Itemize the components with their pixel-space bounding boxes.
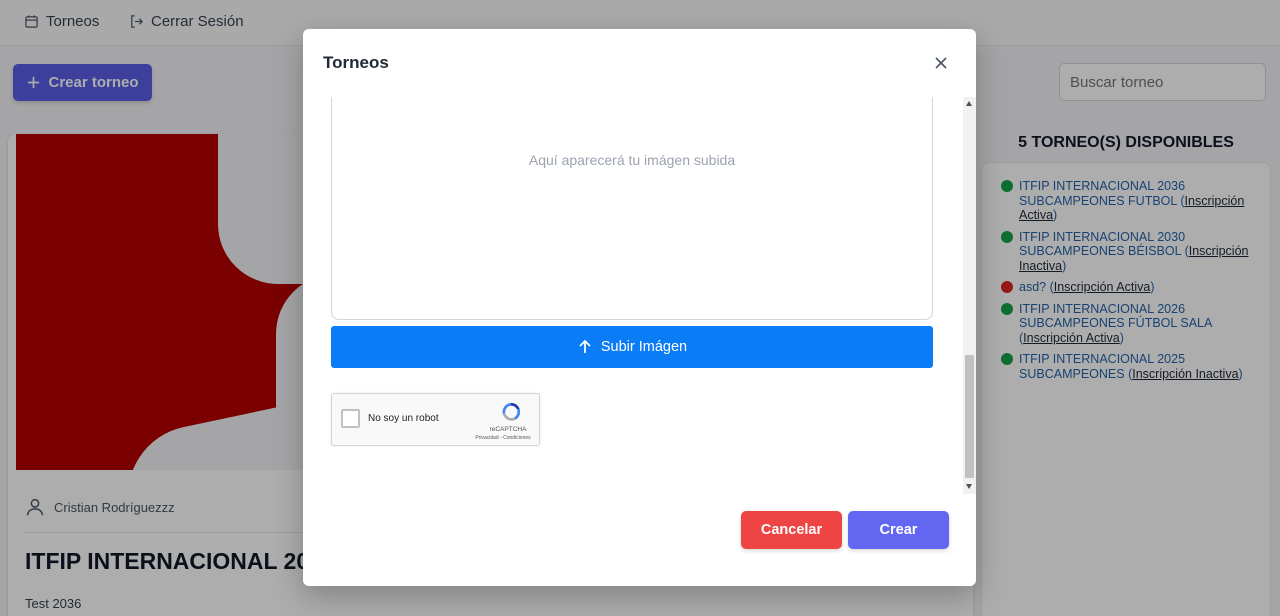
arrow-up-icon — [579, 339, 591, 353]
recaptcha-logo-icon — [502, 402, 521, 421]
scrollbar-thumb[interactable] — [965, 355, 974, 478]
modal-scrollbar[interactable] — [963, 97, 976, 494]
modal-title: Torneos — [323, 53, 389, 72]
scroll-up-icon[interactable] — [966, 101, 972, 106]
recaptcha-checkbox[interactable] — [341, 409, 360, 428]
image-preview-text: Aquí aparecerá tu imágen subida — [528, 152, 736, 168]
image-preview: Aquí aparecerá tu imágen subida — [331, 97, 933, 320]
recaptcha-links[interactable]: Privacidad - Condiciones — [466, 435, 540, 441]
create-tournament-modal: Torneos Aquí aparecerá tu imágen subida … — [303, 29, 976, 586]
modal-body[interactable]: Aquí aparecerá tu imágen subida Subir Im… — [303, 97, 963, 494]
scroll-down-icon[interactable] — [966, 484, 972, 489]
cancel-button[interactable]: Cancelar — [741, 511, 842, 549]
recaptcha-brand: reCAPTCHA — [489, 426, 527, 433]
upload-image-label: Subir Imágen — [600, 339, 688, 355]
upload-image-button[interactable]: Subir Imágen — [331, 326, 933, 368]
close-icon[interactable] — [933, 55, 949, 71]
recaptcha-widget: No soy un robot reCAPTCHA Privacidad - C… — [331, 393, 540, 446]
recaptcha-label: No soy un robot — [368, 413, 439, 424]
create-button[interactable]: Crear — [848, 511, 949, 549]
